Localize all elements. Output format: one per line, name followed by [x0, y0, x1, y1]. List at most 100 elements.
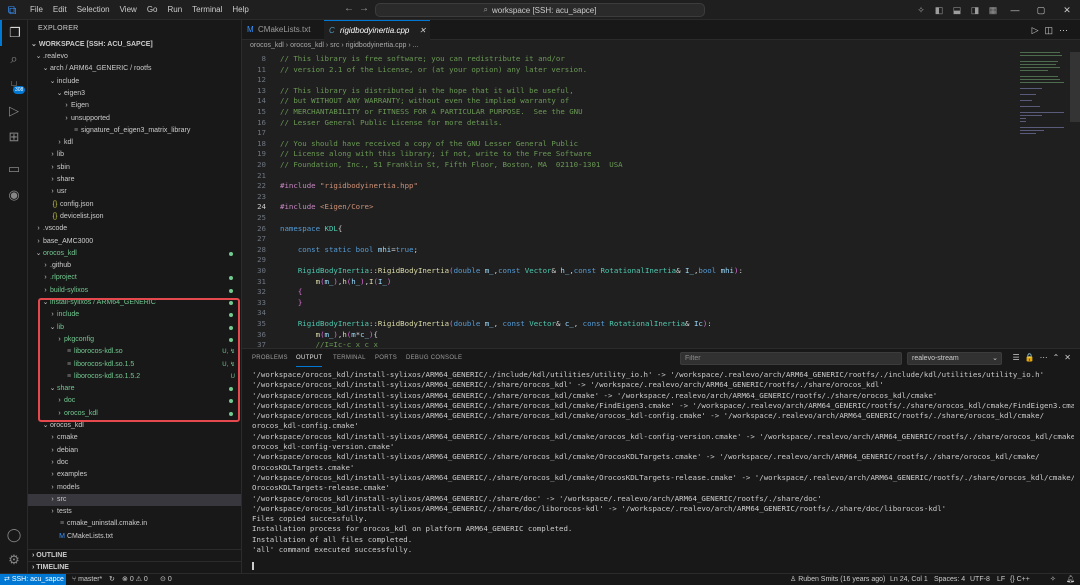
menu-edit[interactable]: Edit: [48, 0, 72, 20]
close-window-button[interactable]: ✕: [1054, 5, 1080, 16]
maximize-button[interactable]: ▢: [1028, 5, 1054, 16]
chevron-down-icon: ⌄: [35, 249, 42, 257]
tree-item[interactable]: › models: [28, 482, 241, 494]
tree-item[interactable]: › lib: [28, 149, 241, 161]
copilot-status-icon[interactable]: ✧: [1050, 574, 1056, 585]
more-icon[interactable]: ⋯: [1040, 353, 1053, 362]
close-panel-icon[interactable]: ✕: [1064, 353, 1076, 362]
customize-layout-icon[interactable]: ▦: [984, 5, 1002, 16]
git-blame[interactable]: ♙ Ruben Smits (16 years ago): [790, 574, 885, 585]
remote-indicator[interactable]: ⇄ SSH: acu_sapce: [0, 574, 66, 585]
menu-terminal[interactable]: Terminal: [187, 0, 227, 20]
extensions-icon[interactable]: ⊞: [0, 124, 28, 150]
tree-item[interactable]: ⌄ eigen3: [28, 88, 241, 100]
maximize-panel-icon[interactable]: ⌃: [1053, 353, 1065, 362]
tab-rigidbodyinertia[interactable]: C rigidbodyinertia.cpp ✕: [324, 20, 430, 40]
tree-item[interactable]: {} devicelist.json: [28, 211, 241, 223]
tree-item[interactable]: › usr: [28, 186, 241, 198]
tree-item[interactable]: ≡ cmake_uninstall.cmake.in: [28, 518, 241, 530]
lock-scroll-icon[interactable]: 🔒: [1025, 353, 1040, 362]
language-mode[interactable]: {} C++: [1010, 574, 1030, 585]
menu-selection[interactable]: Selection: [72, 0, 115, 20]
tree-item[interactable]: › examples: [28, 469, 241, 481]
tree-item[interactable]: › cmake: [28, 432, 241, 444]
forward-arrow-icon[interactable]: →: [355, 3, 373, 14]
close-tab-icon[interactable]: ✕: [419, 21, 426, 41]
menu-run[interactable]: Run: [162, 0, 187, 20]
search-activity-icon[interactable]: ⌕: [0, 46, 28, 72]
tab-terminal[interactable]: TERMINAL: [333, 349, 366, 367]
menu-help[interactable]: Help: [227, 0, 253, 20]
branch-indicator[interactable]: ⑂ master*: [72, 574, 102, 585]
minimap[interactable]: [1020, 52, 1066, 182]
notifications-bell-icon[interactable]: 🔔︎: [1066, 574, 1075, 585]
clear-output-icon[interactable]: ☰: [1012, 353, 1024, 362]
run-debug-icon[interactable]: ▷: [0, 98, 28, 124]
problems-indicator[interactable]: ⊗ 0 ⚠ 0: [122, 574, 148, 585]
menu-view[interactable]: View: [115, 0, 142, 20]
run-icon[interactable]: ▷: [1032, 25, 1045, 35]
minimize-button[interactable]: —: [1002, 5, 1028, 15]
output-log[interactable]: '/workspace/orocos_kdl/install-sylixos/A…: [252, 370, 1074, 570]
menu-file[interactable]: File: [25, 0, 48, 20]
ports-indicator[interactable]: ⊙ 0: [160, 574, 172, 585]
toggle-sidebar-icon[interactable]: ◧: [930, 5, 948, 16]
tree-item[interactable]: › src: [28, 493, 241, 506]
explorer-icon[interactable]: ❐: [0, 20, 28, 46]
split-editor-icon[interactable]: ◫: [1044, 25, 1059, 35]
tree-item[interactable]: › unsupported: [28, 113, 241, 125]
settings-gear-icon[interactable]: ⚙: [0, 547, 28, 573]
copilot-icon[interactable]: ✧: [912, 5, 930, 16]
tab-ports[interactable]: PORTS: [375, 349, 397, 367]
tree-item[interactable]: ⌄ include: [28, 76, 241, 88]
tree-item[interactable]: M CMakeLists.txt: [28, 531, 241, 543]
editor-scrollbar[interactable]: [1070, 52, 1080, 348]
more-actions-icon[interactable]: ⋯: [1059, 25, 1074, 35]
toggle-secondary-sidebar-icon[interactable]: ◨: [966, 5, 984, 16]
chevron-right-icon: ›: [51, 176, 54, 183]
tab-output[interactable]: OUTPUT: [296, 349, 323, 367]
tree-item[interactable]: › tests: [28, 506, 241, 518]
tree-item[interactable]: ⌄ .realevo: [28, 51, 241, 63]
indentation[interactable]: Spaces: 4: [934, 574, 965, 585]
tab-cmakelists[interactable]: M CMakeLists.txt: [242, 20, 322, 40]
realevo-icon[interactable]: ◉: [0, 182, 28, 208]
timeline-section[interactable]: › TIMELINE: [28, 561, 241, 573]
scrollbar-thumb[interactable]: [1070, 52, 1080, 122]
tree-item[interactable]: ≡ signature_of_eigen3_matrix_library: [28, 125, 241, 137]
sync-icon[interactable]: ↻: [109, 574, 115, 585]
tree-item[interactable]: › .rlproject: [28, 272, 241, 284]
tab-debug-console[interactable]: DEBUG CONSOLE: [406, 349, 462, 367]
account-icon[interactable]: ◯: [0, 522, 28, 548]
tree-item[interactable]: › share: [28, 174, 241, 186]
toggle-panel-icon[interactable]: ⬓: [948, 5, 966, 16]
tree-item[interactable]: ⌄ orocos_kdl: [28, 248, 241, 260]
encoding[interactable]: UTF-8: [970, 574, 990, 585]
outline-section[interactable]: › OUTLINE: [28, 549, 241, 561]
tree-item[interactable]: ⌄ arch / ARM64_GENERIC / rootfs: [28, 63, 241, 75]
end-of-line[interactable]: LF: [997, 574, 1005, 585]
tree-item[interactable]: › .github: [28, 260, 241, 272]
code-token: const: [502, 319, 530, 328]
breadcrumb[interactable]: orocos_kdl › orocos_kdl › src › rigidbod…: [242, 40, 1080, 52]
tree-item[interactable]: › .vscode: [28, 223, 241, 235]
tree-item[interactable]: › kdl: [28, 137, 241, 149]
output-filter-input[interactable]: [680, 352, 902, 365]
tree-item[interactable]: › build-sylixos: [28, 285, 241, 297]
output-channel-select[interactable]: realevo-stream ⌄: [907, 352, 1002, 365]
menu-go[interactable]: Go: [142, 0, 163, 20]
tree-item[interactable]: › doc: [28, 457, 241, 469]
workspace-header[interactable]: ⌄ WORKSPACE [SSH: ACU_SAPCE]: [28, 38, 241, 51]
code-editor[interactable]: 8 // This library is free software; you c…: [242, 52, 1080, 348]
tree-item[interactable]: › base_AMC3000: [28, 236, 241, 248]
tree-item-label: base_AMC3000: [43, 237, 94, 245]
remote-explorer-icon[interactable]: ▭: [0, 156, 28, 182]
tree-item[interactable]: › Eigen: [28, 100, 241, 112]
tree-item[interactable]: {} config.json: [28, 199, 241, 211]
tree-item[interactable]: › sbin: [28, 162, 241, 174]
tab-problems[interactable]: PROBLEMS: [252, 349, 288, 367]
cursor-position[interactable]: Ln 24, Col 1: [890, 574, 928, 585]
tree-item[interactable]: › debian: [28, 445, 241, 457]
source-control-icon[interactable]: ⑂ 308: [0, 72, 28, 98]
command-center-search[interactable]: ⌕ workspace [SSH: acu_sapce]: [375, 3, 705, 17]
